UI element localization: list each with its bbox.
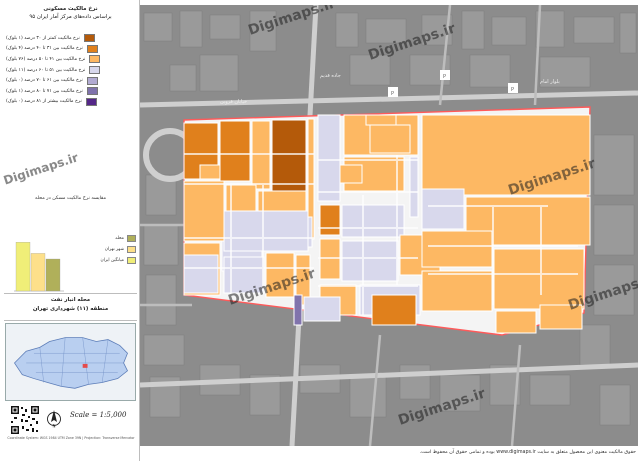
city-block bbox=[339, 164, 363, 184]
chart-legend-item: شهر تهران bbox=[64, 244, 136, 255]
city-block bbox=[183, 180, 225, 242]
legend-item: نرخ مالکیت بین ۷۱ تا ۸۰ درصد (۱ بلوک) bbox=[6, 86, 136, 97]
street-label: خیابان قزوین bbox=[220, 99, 247, 105]
city-block bbox=[365, 114, 397, 126]
legend-swatch bbox=[86, 76, 98, 85]
chart-bar bbox=[15, 242, 31, 292]
legend-item: نرخ مالکیت کمتر از ۳۰ درصد (۱ بلوک) bbox=[6, 33, 136, 44]
chart-legend-swatch bbox=[127, 235, 136, 242]
street-label: جاده قدیم bbox=[320, 73, 341, 79]
legend: نرخ مالکیت کمتر از ۳۰ درصد (۱ بلوک) نرخ … bbox=[6, 33, 136, 107]
scale-text: Scale = 1:5,000 bbox=[70, 411, 127, 419]
svg-text:P: P bbox=[443, 74, 446, 80]
legend-label: نرخ مالکیت کمتر از ۳۰ درصد (۱ بلوک) bbox=[6, 35, 80, 41]
chart-bar bbox=[30, 253, 46, 292]
legend-item: نرخ مالکیت بیشتر از ۸۱ درصد (۰ بلوک) bbox=[6, 97, 136, 108]
district-name: منطقه (۱۱) شهرداری تهران bbox=[32, 305, 109, 312]
legend-item: نرخ مالکیت بین ۳۱ تا ۴۰ درصد (۴ بلوک) bbox=[6, 44, 136, 55]
city-block bbox=[199, 164, 221, 180]
location-box: محله انبار نفت منطقه (۱۱) شهرداری تهران bbox=[4, 293, 137, 321]
legend-label: نرخ مالکیت بین ۳۱ تا ۴۰ درصد (۴ بلوک) bbox=[6, 46, 83, 52]
city-block bbox=[183, 254, 219, 294]
chart-legend-label: شهر تهران bbox=[104, 247, 124, 252]
legend-swatch bbox=[89, 66, 101, 75]
city-block bbox=[271, 119, 307, 203]
city-block bbox=[319, 204, 341, 236]
legend-sidebar: نرخ مالکیت مسکونی براساس داده‌های مرکز آ… bbox=[0, 0, 140, 461]
neighborhood-name: محله انبار نفت bbox=[50, 297, 91, 303]
map-title-line1: نرخ مالکیت مسکونی bbox=[43, 6, 98, 12]
city-block bbox=[421, 270, 493, 312]
city-block bbox=[371, 294, 417, 326]
svg-text:P: P bbox=[391, 91, 394, 97]
city-block bbox=[421, 230, 493, 268]
map-title-line2: براساس داده‌های مرکز آمار ایران ۹۵ bbox=[29, 14, 112, 20]
chart-legend-item: میانگین ایران bbox=[64, 255, 136, 266]
chart-legend-label: محله bbox=[115, 236, 124, 241]
city-block bbox=[303, 296, 341, 322]
city-block bbox=[341, 204, 405, 238]
legend-label: نرخ مالکیت بین ۵۱ تا ۶۰ درصد (۱۱ بلوک) bbox=[6, 67, 86, 73]
chart-legend-swatch bbox=[127, 246, 136, 253]
city-block bbox=[369, 124, 411, 154]
map-title: نرخ مالکیت مسکونی براساس داده‌های مرکز آ… bbox=[4, 5, 137, 29]
legend-item: نرخ مالکیت بین ۶۱ تا ۷۰ درصد (۰ بلوک) bbox=[6, 75, 136, 86]
city-block bbox=[219, 120, 251, 182]
legend-label: نرخ مالکیت بین ۶۱ تا ۷۰ درصد (۰ بلوک) bbox=[6, 78, 83, 84]
legend-swatch bbox=[85, 97, 97, 106]
legend-label: نرخ مالکیت بین ۷۱ تا ۸۰ درصد (۱ بلوک) bbox=[6, 88, 83, 94]
city-block bbox=[421, 188, 465, 230]
chart-legend-item: محله bbox=[64, 233, 136, 244]
chart-bar bbox=[45, 258, 61, 292]
city-block bbox=[495, 310, 537, 334]
city-block bbox=[409, 156, 419, 218]
chart-legend-swatch bbox=[127, 257, 136, 264]
legend-swatch bbox=[86, 87, 98, 96]
legend-swatch bbox=[86, 44, 98, 53]
copyright-footer: حقوق مالکیت معنوی این محصول متعلق به سای… bbox=[419, 450, 636, 455]
svg-text:N: N bbox=[53, 424, 56, 429]
legend-item: نرخ مالکیت بین ۵۱ تا ۶۰ درصد (۱۱ بلوک) bbox=[6, 65, 136, 76]
city-block bbox=[341, 240, 399, 282]
chart-legend: محله شهر تهران میانگین ایران bbox=[64, 233, 136, 266]
legend-label: نرخ مالکیت بیشتر از ۸۱ درصد (۰ بلوک) bbox=[6, 99, 82, 105]
svg-text:P: P bbox=[511, 87, 514, 93]
locator-map bbox=[5, 323, 136, 401]
city-block bbox=[317, 114, 341, 202]
legend-swatch bbox=[83, 34, 95, 43]
comparison-chart bbox=[14, 242, 64, 292]
north-arrow-icon: N bbox=[47, 410, 61, 429]
legend-label: نرخ مالکیت بین ۴۱ تا ۵۰ درصد (۷۶ بلوک) bbox=[6, 56, 86, 62]
chart-legend-label: میانگین ایران bbox=[100, 258, 124, 263]
city-block bbox=[293, 294, 303, 326]
street-label: بلوار امام bbox=[540, 79, 560, 85]
chart-title: مقایسه نرخ مالکیت مسکن در محله bbox=[34, 196, 107, 201]
coordinate-credit: Coordinate System: WGS 1984 UTM Zone 39N… bbox=[7, 436, 135, 440]
legend-swatch bbox=[89, 55, 101, 64]
legend-item: نرخ مالکیت بین ۴۱ تا ۵۰ درصد (۷۶ بلوک) bbox=[6, 54, 136, 65]
qr-code-icon bbox=[10, 405, 40, 435]
city-block bbox=[223, 210, 309, 252]
neighborhood-map: PPP خیابان قزوین جاده قدیم بلوار امام Di… bbox=[140, 5, 638, 446]
